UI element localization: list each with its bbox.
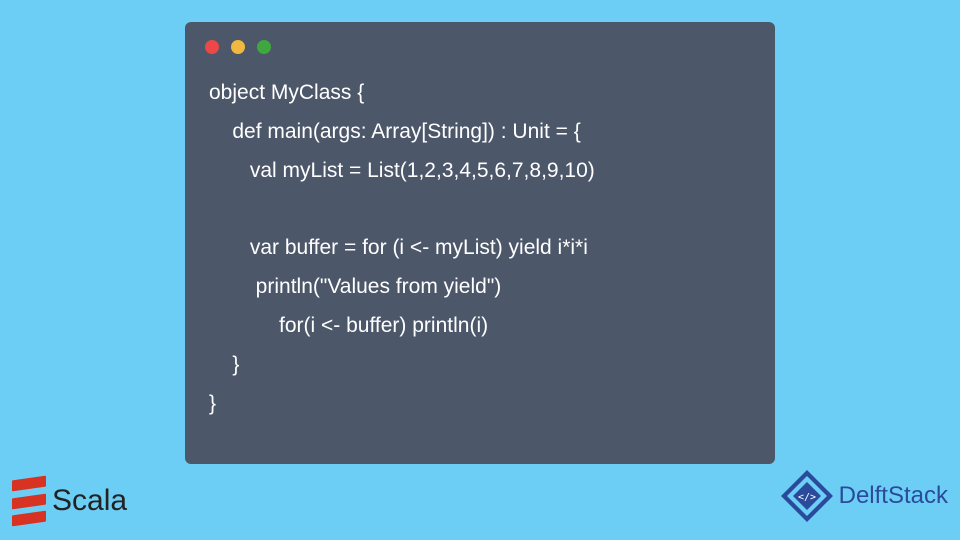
code-window: object MyClass { def main(args: Array[St… [185,22,775,464]
maximize-icon [257,40,271,54]
scala-logo-text: Scala [52,484,127,518]
delftstack-icon: </> [779,468,835,524]
window-controls [205,40,751,54]
code-content: object MyClass { def main(args: Array[St… [209,74,751,424]
delftstack-logo-text: DelftStack [839,482,948,510]
close-icon [205,40,219,54]
svg-text:</>: </> [798,492,816,503]
scala-icon [12,476,46,527]
scala-logo: Scala [12,478,127,524]
delftstack-logo: </> DelftStack [779,468,948,524]
minimize-icon [231,40,245,54]
